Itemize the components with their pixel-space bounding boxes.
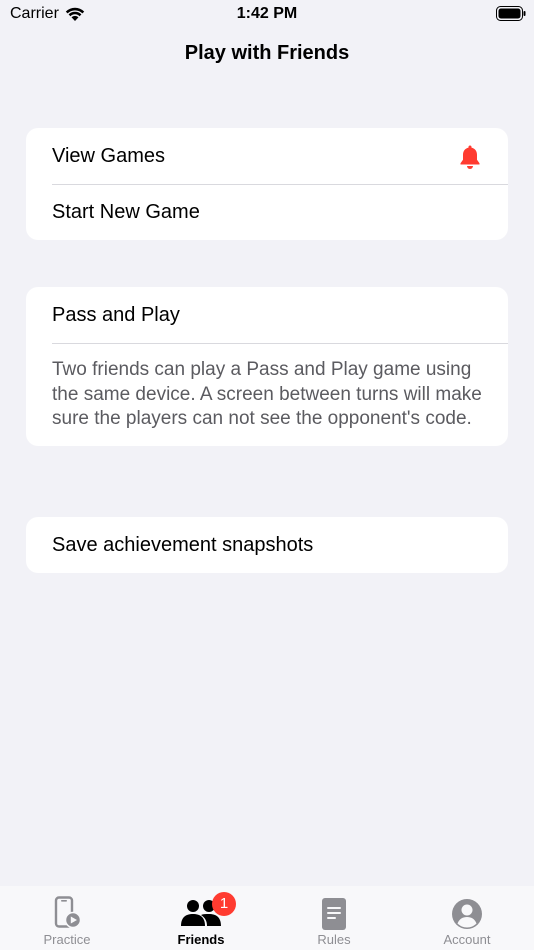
pass-and-play-label: Pass and Play (52, 303, 180, 326)
friends-notification-badge: 1 (212, 892, 236, 916)
screen: Carrier 1:42 PM Play with Friends View G… (0, 0, 534, 950)
tab-friends[interactable]: 1 Friends (134, 886, 268, 950)
view-games-row[interactable]: View Games (26, 128, 508, 184)
tab-rules[interactable]: Rules (267, 886, 401, 950)
tab-friends-label: Friends (177, 932, 225, 947)
status-bar: Carrier 1:42 PM (0, 0, 534, 30)
person-circle-icon (452, 899, 482, 929)
save-snapshots-row[interactable]: Save achievement snapshots (26, 517, 508, 573)
view-games-label: View Games (52, 144, 166, 167)
tab-account-label: Account (443, 932, 491, 947)
pass-and-play-card: Pass and Play Two friends can play a Pas… (26, 287, 508, 446)
bell-icon (460, 145, 480, 169)
status-time: 1:42 PM (236, 5, 298, 22)
tab-practice-label: Practice (43, 932, 91, 947)
start-new-game-row[interactable]: Start New Game (26, 184, 508, 240)
pass-and-play-row[interactable]: Pass and Play (26, 287, 508, 343)
phone-play-icon (54, 896, 82, 929)
tab-rules-label: Rules (317, 932, 351, 947)
battery-icon (496, 6, 526, 21)
page-title: Play with Friends (184, 42, 350, 64)
games-card: View Games Start New Game (26, 128, 508, 240)
tab-bar: Practice 1 Friends Rules Account (0, 886, 534, 950)
tab-account[interactable]: Account (400, 886, 534, 950)
pass-and-play-description: Two friends can play a Pass and Play gam… (26, 343, 508, 446)
start-new-game-label: Start New Game (52, 200, 200, 223)
save-snapshots-label: Save achievement snapshots (52, 533, 314, 556)
document-icon (322, 898, 346, 930)
snapshots-card: Save achievement snapshots (26, 517, 508, 573)
tab-practice[interactable]: Practice (0, 886, 134, 950)
